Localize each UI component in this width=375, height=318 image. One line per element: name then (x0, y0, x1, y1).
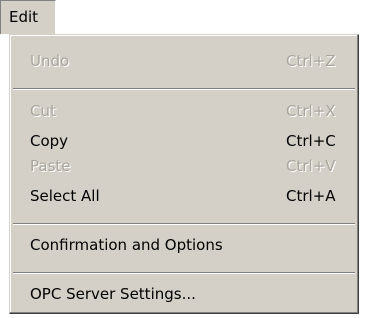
menu-item-paste[interactable]: Paste Ctrl+V (10, 152, 358, 180)
menu-item-confirmation-options[interactable]: Confirmation and Options (10, 231, 358, 259)
menu-item-opc-server-settings-label: OPC Server Settings... (30, 285, 196, 303)
edit-dropdown-menu: Undo Ctrl+Z Cut Ctrl+X Copy Ctrl+C Paste… (9, 34, 359, 314)
menu-item-undo-shortcut: Ctrl+Z (286, 52, 336, 70)
menu-separator (13, 272, 355, 274)
menu-separator (13, 88, 355, 90)
menu-item-cut-shortcut: Ctrl+X (286, 102, 336, 120)
edit-menu-title[interactable]: Edit (0, 0, 56, 34)
menu-item-confirmation-options-label: Confirmation and Options (30, 236, 223, 254)
menu-item-paste-label: Paste (30, 157, 71, 175)
menu-item-select-all[interactable]: Select All Ctrl+A (10, 182, 358, 210)
menu-item-select-all-label: Select All (30, 187, 100, 205)
menu-item-cut[interactable]: Cut Ctrl+X (10, 97, 358, 125)
menu-item-copy-label: Copy (30, 132, 69, 150)
menu-item-undo-label: Undo (30, 52, 70, 70)
menu-item-copy[interactable]: Copy Ctrl+C (10, 127, 358, 155)
menu-item-opc-server-settings[interactable]: OPC Server Settings... (10, 280, 358, 308)
menu-item-paste-shortcut: Ctrl+V (286, 157, 336, 175)
menu-item-copy-shortcut: Ctrl+C (286, 132, 336, 150)
menu-item-select-all-shortcut: Ctrl+A (286, 187, 336, 205)
menu-item-cut-label: Cut (30, 102, 56, 120)
edit-menu-title-label: Edit (9, 8, 39, 26)
menu-separator (13, 223, 355, 225)
menu-item-undo[interactable]: Undo Ctrl+Z (10, 47, 358, 75)
